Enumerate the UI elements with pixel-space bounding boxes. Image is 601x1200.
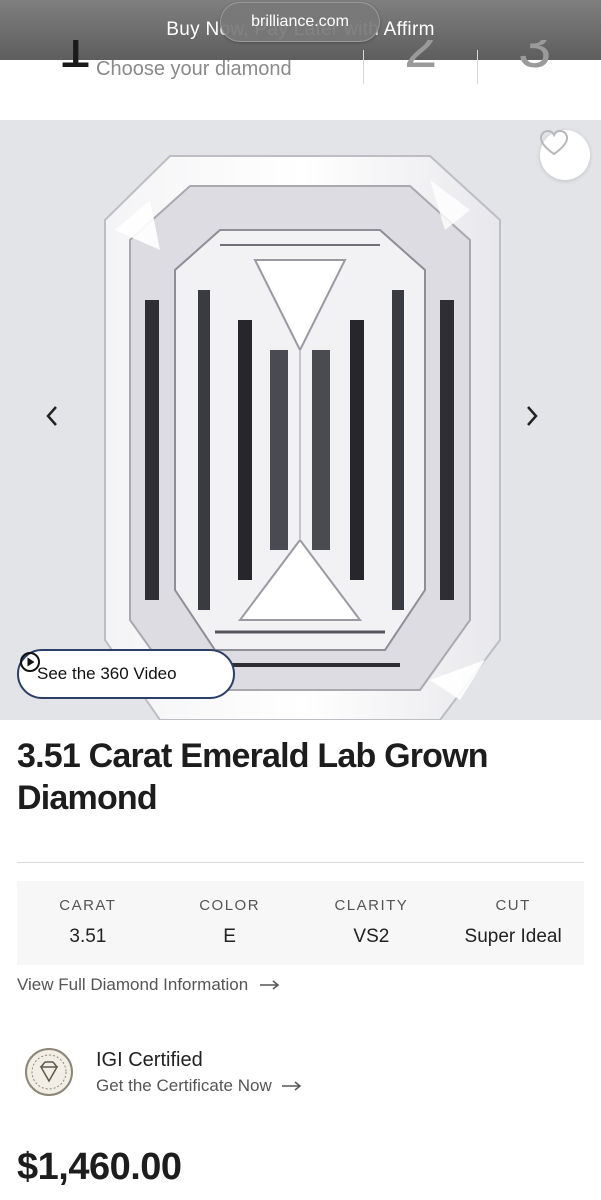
favorite-button[interactable] [540, 130, 590, 180]
diamond-image [104, 155, 501, 720]
step-1-number: 1 [58, 40, 92, 80]
heart-icon [540, 130, 568, 156]
spec-value: Super Ideal [464, 926, 562, 947]
spec-clarity: CLARITY VS2 [301, 881, 443, 965]
next-image-button[interactable] [525, 405, 555, 435]
spec-label: CARAT [59, 897, 117, 914]
arrow-right-icon [260, 980, 280, 990]
arrow-right-icon [281, 1081, 301, 1091]
previous-image-button[interactable] [45, 405, 75, 435]
price: $1,460.00 [17, 1146, 182, 1188]
get-certificate-label: Get the Certificate Now [96, 1076, 272, 1095]
url-pill[interactable]: brilliance.com [220, 2, 380, 42]
product-title: 3.51 Carat Emerald Lab Grown Diamond [17, 737, 489, 817]
step-2-number[interactable]: 2 [404, 40, 437, 81]
spec-value: 3.51 [69, 926, 107, 947]
step-divider [477, 50, 478, 84]
see-360-video-button[interactable]: See the 360 Video [17, 649, 235, 699]
chevron-left-icon [46, 406, 57, 426]
view-full-info-label: View Full Diamond Information [17, 975, 249, 994]
chevron-right-icon [527, 406, 538, 426]
spec-carat: CARAT 3.51 [17, 881, 159, 965]
divider [17, 862, 584, 863]
get-certificate-link[interactable]: Get the Certificate Now [96, 1076, 302, 1096]
spec-cut: CUT Super Ideal [442, 881, 584, 965]
step-3-number[interactable]: 3 [518, 40, 551, 81]
spec-label: CUT [495, 897, 531, 914]
step-1-label[interactable]: Choose your diamond [96, 58, 292, 81]
spec-color: COLOR E [159, 881, 301, 965]
play-circle-icon [20, 652, 40, 672]
step-divider [363, 50, 364, 84]
step-progress: 1 Choose your diamond 2 3 [0, 40, 601, 120]
video-button-label: See the 360 Video [37, 664, 177, 683]
spec-label: COLOR [199, 897, 261, 914]
igi-seal-icon [25, 1048, 73, 1096]
diamond-specs: CARAT 3.51 COLOR E CLARITY VS2 CUT Super… [17, 881, 584, 965]
spec-label: CLARITY [334, 897, 409, 914]
spec-value: VS2 [353, 926, 390, 947]
view-full-info-link[interactable]: View Full Diamond Information [17, 975, 280, 995]
product-image-gallery[interactable]: See the 360 Video [0, 120, 601, 720]
spec-value: E [223, 926, 236, 947]
certification-title: IGI Certified [96, 1049, 203, 1071]
